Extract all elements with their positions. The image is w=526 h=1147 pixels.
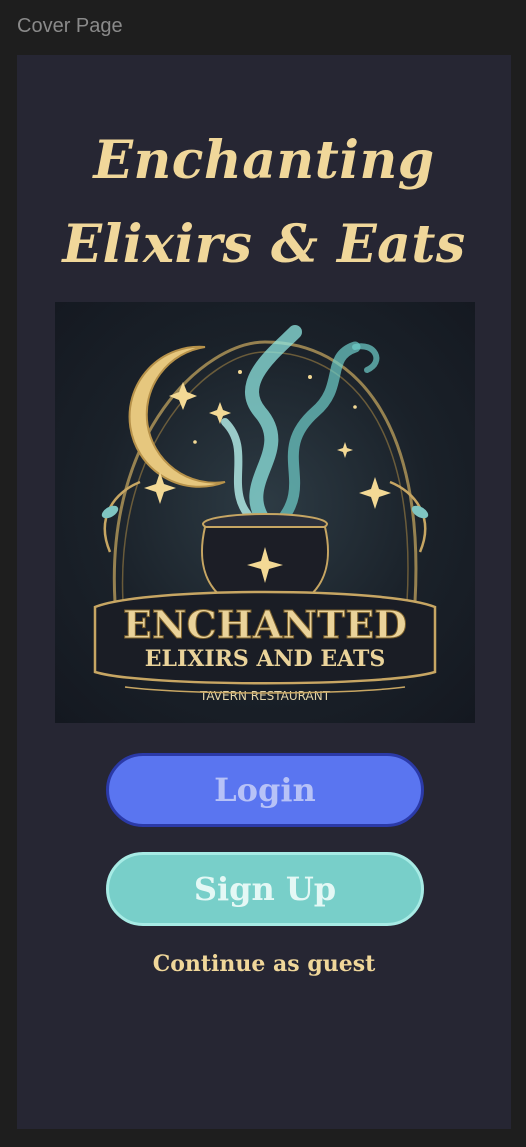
cover-page-frame: Enchanting Elixirs & Eats ENCHANTED ELIX… [17,55,511,1129]
logo-line-2: ELIXIRS AND EATS [145,646,386,672]
frame-label: Cover Page [17,15,123,37]
cauldron-moon-logo-icon: ENCHANTED ELIXIRS AND EATS TAVERN RESTAU… [93,325,437,703]
restaurant-logo: ENCHANTED ELIXIRS AND EATS TAVERN RESTAU… [55,302,475,723]
logo-tagline: TAVERN RESTAURANT [199,689,331,703]
logo-line-1: ENCHANTED [123,602,407,647]
page-title: Enchanting Elixirs & Eats [62,130,466,275]
continue-as-guest-link[interactable]: Continue as guest [17,951,511,977]
sign-up-button[interactable]: Sign Up [106,852,424,926]
login-button[interactable]: Login [106,753,424,827]
